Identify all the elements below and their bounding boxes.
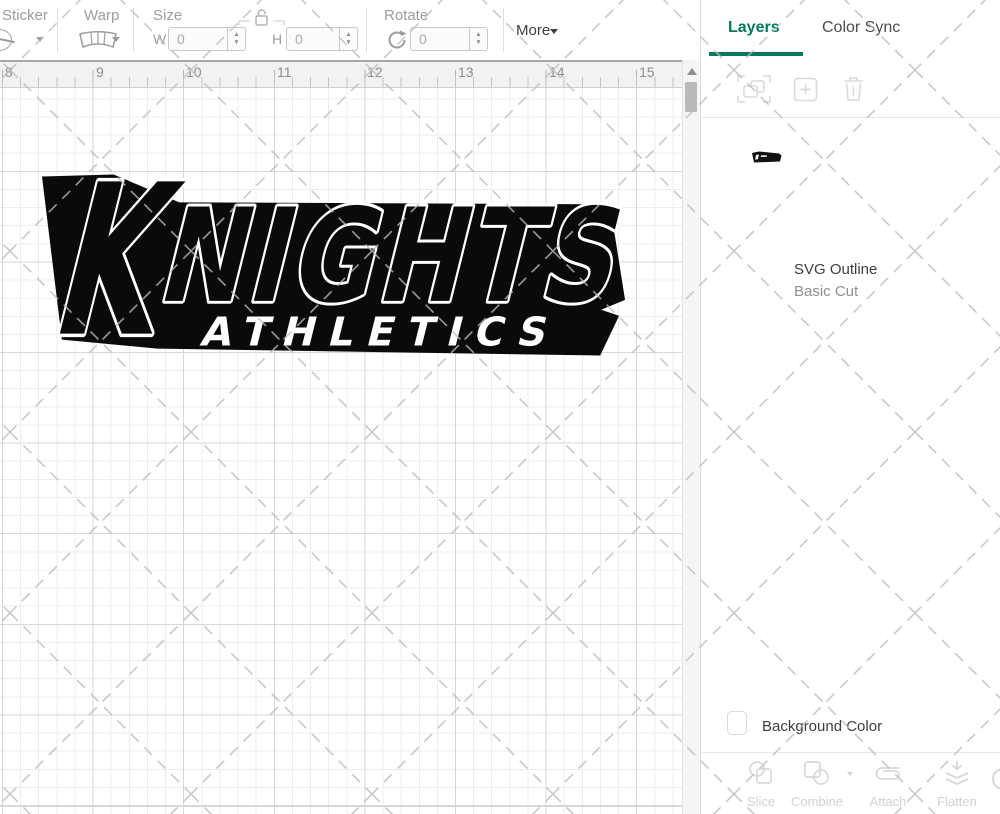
rotate-icon[interactable] xyxy=(386,29,408,51)
background-color-label: Background Color xyxy=(762,718,882,735)
tab-layers[interactable]: Layers xyxy=(728,19,780,37)
combine-label: Combine xyxy=(785,794,849,809)
logo-word-athletics: ATHLETICS xyxy=(197,308,566,355)
height-label: H xyxy=(272,31,282,47)
edit-toolbar: Sticker Warp Size W ▲▼ H ▲▼ Rotate ▲▼ M xyxy=(0,0,700,60)
ruler-number: 15 xyxy=(639,64,655,80)
flatten-button[interactable]: Flatten xyxy=(925,760,989,809)
rotate-stepper[interactable]: ▲▼ xyxy=(469,28,487,50)
combine-icon xyxy=(802,760,832,786)
flatten-label: Flatten xyxy=(925,794,989,809)
panel-divider xyxy=(701,752,1000,753)
sticker-caret-down-icon[interactable] xyxy=(36,37,44,42)
scrollbar-thumb[interactable] xyxy=(685,82,697,112)
width-input-wrap: ▲▼ xyxy=(168,27,246,51)
ruler-number: 9 xyxy=(96,64,104,80)
tab-color-sync[interactable]: Color Sync xyxy=(822,19,900,37)
slice-label: Slice xyxy=(729,794,793,809)
toolbar-divider xyxy=(57,8,58,52)
layers-panel: Layers Color Sync SVG Outline Basic Cut … xyxy=(700,0,1000,814)
stepper-down-icon[interactable]: ▼ xyxy=(233,40,239,47)
combine-caret-down-icon[interactable] xyxy=(847,772,853,776)
contour-icon-partial[interactable] xyxy=(992,768,1000,790)
more-button[interactable]: More xyxy=(516,22,550,39)
flatten-icon xyxy=(942,760,972,786)
toolbar-divider xyxy=(133,8,134,52)
attach-icon xyxy=(871,760,905,786)
stepper-up-icon[interactable]: ▲ xyxy=(233,32,239,39)
duplicate-layer-icon[interactable] xyxy=(793,77,818,102)
more-caret-down-icon[interactable] xyxy=(550,29,558,34)
ruler-number: 12 xyxy=(367,64,383,80)
toolbar-divider xyxy=(366,8,367,52)
ruler-number: 11 xyxy=(277,64,292,80)
ruler-number: 14 xyxy=(549,64,565,80)
attach-label: Attach xyxy=(856,794,920,809)
background-color-swatch[interactable] xyxy=(727,711,747,735)
ruler-number: 8 xyxy=(5,64,13,80)
knights-logo-object[interactable]: K NIGHTS ATHLETICS xyxy=(38,170,635,360)
scrollbar-up-icon[interactable] xyxy=(687,68,697,75)
warp-label: Warp xyxy=(84,7,119,24)
layer-thumbnail xyxy=(751,150,783,164)
stepper-up-icon[interactable]: ▲ xyxy=(345,32,351,39)
toolbar-divider xyxy=(503,8,504,52)
width-label: W xyxy=(153,31,166,47)
slice-icon xyxy=(746,760,776,786)
delete-layer-icon[interactable] xyxy=(842,75,865,102)
ruler-number: 10 xyxy=(186,64,202,80)
combine-button[interactable]: Combine xyxy=(785,760,849,809)
attach-button[interactable]: Attach xyxy=(856,760,920,809)
slice-button[interactable]: Slice xyxy=(729,760,793,809)
height-input-wrap: ▲▼ xyxy=(286,27,358,51)
height-input[interactable] xyxy=(287,28,345,50)
layer-row[interactable]: SVG Outline Basic Cut xyxy=(701,124,1000,186)
sticker-label: Sticker xyxy=(2,7,48,24)
width-stepper[interactable]: ▲▼ xyxy=(227,28,245,50)
lock-aspect-icon[interactable] xyxy=(238,8,285,28)
rotate-label: Rotate xyxy=(384,7,428,24)
stepper-down-icon[interactable]: ▼ xyxy=(345,40,351,47)
select-all-icon[interactable] xyxy=(737,75,771,103)
layer-title: SVG Outline xyxy=(794,261,877,278)
layer-subtitle: Basic Cut xyxy=(794,283,858,300)
stepper-down-icon[interactable]: ▼ xyxy=(475,40,481,47)
height-stepper[interactable]: ▲▼ xyxy=(339,28,357,50)
panel-divider xyxy=(701,117,1000,118)
rotate-input[interactable] xyxy=(411,28,475,50)
horizontal-ruler: 8 9 10 11 12 13 14 15 xyxy=(0,60,682,88)
size-label: Size xyxy=(153,7,182,24)
width-input[interactable] xyxy=(169,28,233,50)
sticker-offset-icon[interactable] xyxy=(0,29,12,51)
active-tab-underline xyxy=(709,52,803,56)
ruler-number: 13 xyxy=(458,64,474,80)
rotate-input-wrap: ▲▼ xyxy=(410,27,488,51)
stepper-up-icon[interactable]: ▲ xyxy=(475,32,481,39)
canvas-vertical-scrollbar[interactable] xyxy=(682,60,700,814)
warp-caret-down-icon[interactable] xyxy=(112,37,120,42)
